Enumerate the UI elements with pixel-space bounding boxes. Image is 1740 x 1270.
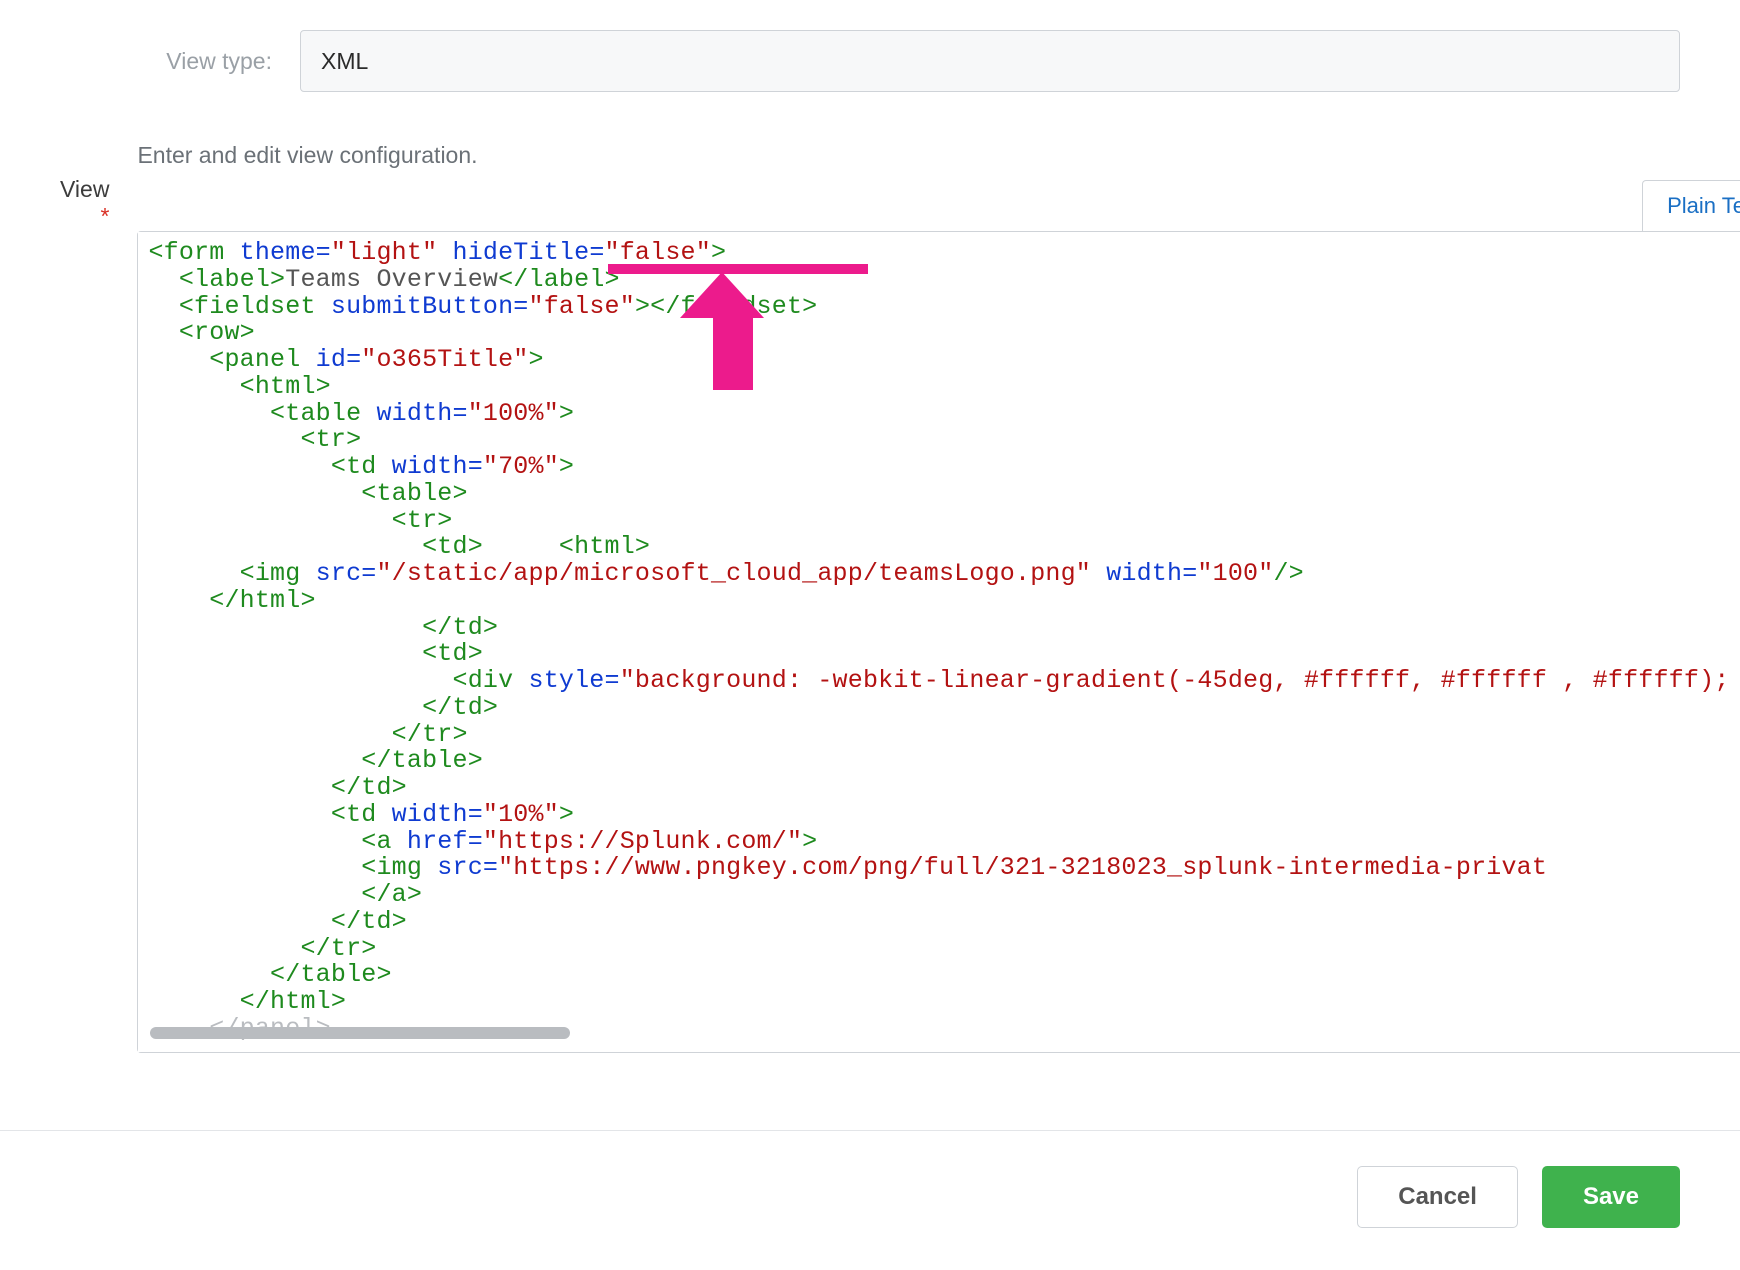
horizontal-scrollbar-track[interactable] [150,1024,1740,1042]
view-help-text: Enter and edit view configuration. [137,142,1740,169]
save-button[interactable]: Save [1542,1166,1680,1228]
view-label: View * [60,142,137,230]
view-type-value: XML [321,48,368,75]
view-type-label: View type: [60,30,300,75]
required-indicator: * [100,203,109,229]
code-editor-container: <form theme="light" hideTitle="false"> <… [137,231,1740,1053]
cancel-button[interactable]: Cancel [1357,1166,1518,1228]
view-type-select[interactable]: XML [300,30,1680,92]
view-row: View * Enter and edit view configuration… [60,142,1680,1053]
code-editor[interactable]: <form theme="light" hideTitle="false"> <… [138,232,1740,1052]
dialog-footer: Cancel Save [0,1130,1740,1228]
horizontal-scrollbar-thumb[interactable] [150,1027,570,1039]
annotation-arrow-icon [702,272,764,390]
plain-text-button[interactable]: Plain Text [1642,180,1740,231]
view-type-row: View type: XML [60,30,1680,92]
